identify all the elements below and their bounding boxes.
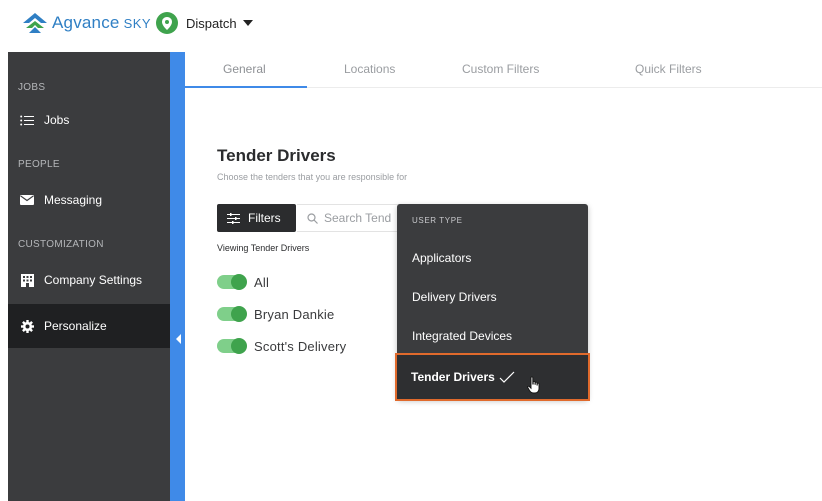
sidebar-collapse-rail[interactable]	[170, 52, 185, 501]
toggle-switch[interactable]	[217, 274, 247, 290]
dropdown-option-tender-drivers[interactable]: Tender Drivers	[395, 353, 590, 401]
sidebar-item-messaging[interactable]: Messaging	[8, 180, 170, 220]
agvance-logo-icon	[23, 13, 47, 33]
sidebar-item-personalize[interactable]: Personalize	[8, 304, 170, 348]
checkmark-icon	[499, 371, 515, 383]
toggle-row-bryan-dankie[interactable]: Bryan Dankie	[217, 306, 334, 322]
dropdown-option-delivery-drivers[interactable]: Delivery Drivers	[412, 290, 497, 304]
toggle-switch[interactable]	[217, 338, 247, 354]
building-icon	[20, 273, 34, 287]
sidebar: JOBS Jobs PEOPLE Messaging CUSTOMIZATION	[8, 52, 170, 501]
brand-suffix: SKY	[123, 15, 152, 31]
sidebar-item-jobs[interactable]: Jobs	[8, 100, 170, 140]
sidebar-item-company-settings[interactable]: Company Settings	[8, 260, 170, 300]
toggle-switch[interactable]	[217, 306, 247, 322]
brand-logo[interactable]: Agvance SKY	[22, 10, 151, 36]
filters-button-label: Filters	[248, 211, 281, 225]
app-switcher-label: Dispatch	[186, 15, 237, 31]
caret-down-icon	[242, 20, 253, 26]
sliders-icon	[227, 212, 240, 224]
hand-cursor-icon	[527, 376, 541, 399]
toggle-label: All	[254, 274, 270, 290]
collapse-left-icon[interactable]	[176, 334, 181, 344]
page-title: Tender Drivers	[217, 146, 336, 165]
dropdown-option-integrated-devices[interactable]: Integrated Devices	[412, 329, 512, 343]
sidebar-item-label: Messaging	[44, 193, 103, 207]
sidebar-section-customization: CUSTOMIZATION	[18, 239, 104, 250]
viewing-label: Viewing Tender Drivers	[217, 243, 310, 253]
toggle-label: Scott's Delivery	[254, 338, 347, 354]
gear-icon	[20, 319, 34, 333]
tab-bar: General Locations Custom Filters Quick F…	[185, 52, 822, 88]
dropdown-option-label: Tender Drivers	[411, 370, 495, 384]
search-placeholder: Search Tend	[324, 211, 392, 225]
filters-button[interactable]: Filters	[217, 204, 296, 232]
page-subtitle: Choose the tenders that you are responsi…	[217, 172, 408, 182]
dropdown-header: USER TYPE	[412, 216, 463, 225]
app-switcher[interactable]: Dispatch	[156, 10, 253, 36]
top-bar: Agvance SKY Dispatch	[0, 0, 822, 50]
toggle-row-all[interactable]: All	[217, 274, 269, 290]
user-type-dropdown: USER TYPE Applicators Delivery Drivers I…	[395, 204, 590, 401]
sidebar-item-label: Personalize	[44, 319, 107, 333]
tab-general[interactable]: General	[223, 62, 266, 76]
toggle-label: Bryan Dankie	[254, 306, 335, 322]
toggle-row-scotts-delivery[interactable]: Scott's Delivery	[217, 338, 346, 354]
tab-quick-filters[interactable]: Quick Filters	[635, 62, 702, 76]
tab-locations[interactable]: Locations	[344, 62, 395, 76]
tab-custom-filters[interactable]: Custom Filters	[462, 62, 539, 76]
search-input[interactable]: Search Tend	[297, 204, 407, 232]
dropdown-option-applicators[interactable]: Applicators	[412, 251, 471, 265]
brand-name: Agvance	[52, 13, 120, 32]
active-tab-indicator	[185, 86, 307, 88]
list-icon	[20, 115, 34, 126]
location-pin-icon	[156, 12, 178, 34]
search-icon	[307, 212, 318, 224]
sidebar-item-label: Company Settings	[44, 273, 143, 287]
sidebar-section-people: PEOPLE	[18, 159, 60, 170]
envelope-icon	[20, 195, 34, 205]
sidebar-section-jobs: JOBS	[18, 82, 46, 93]
sidebar-item-label: Jobs	[44, 113, 70, 127]
